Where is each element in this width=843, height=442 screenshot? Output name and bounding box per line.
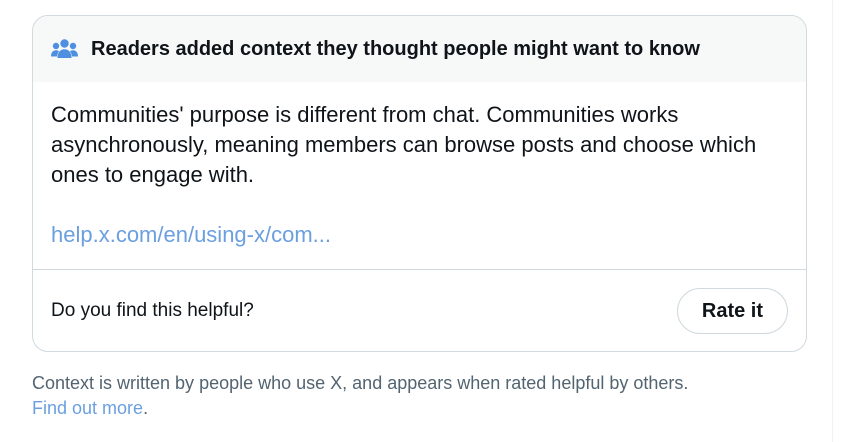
note-source-link[interactable]: help.x.com/en/using-x/com...	[51, 220, 331, 250]
community-note-card: Readers added context they thought peopl…	[32, 15, 807, 352]
find-out-more-link[interactable]: Find out more	[32, 398, 143, 418]
footnote-period: .	[143, 398, 149, 418]
note-footer: Do you find this helpful? Rate it	[33, 270, 806, 351]
context-footnote: Context is written by people who use X, …	[32, 371, 802, 421]
note-text: Communities' purpose is different from c…	[51, 102, 757, 187]
people-icon	[51, 38, 78, 60]
column-divider	[832, 0, 833, 442]
footnote-text: Context is written by people who use X, …	[32, 373, 689, 393]
note-body: Communities' purpose is different from c…	[33, 82, 806, 269]
note-header: Readers added context they thought peopl…	[33, 16, 806, 82]
helpful-question: Do you find this helpful?	[51, 300, 254, 321]
note-header-title: Readers added context they thought peopl…	[91, 37, 700, 60]
rate-it-button[interactable]: Rate it	[676, 288, 788, 334]
